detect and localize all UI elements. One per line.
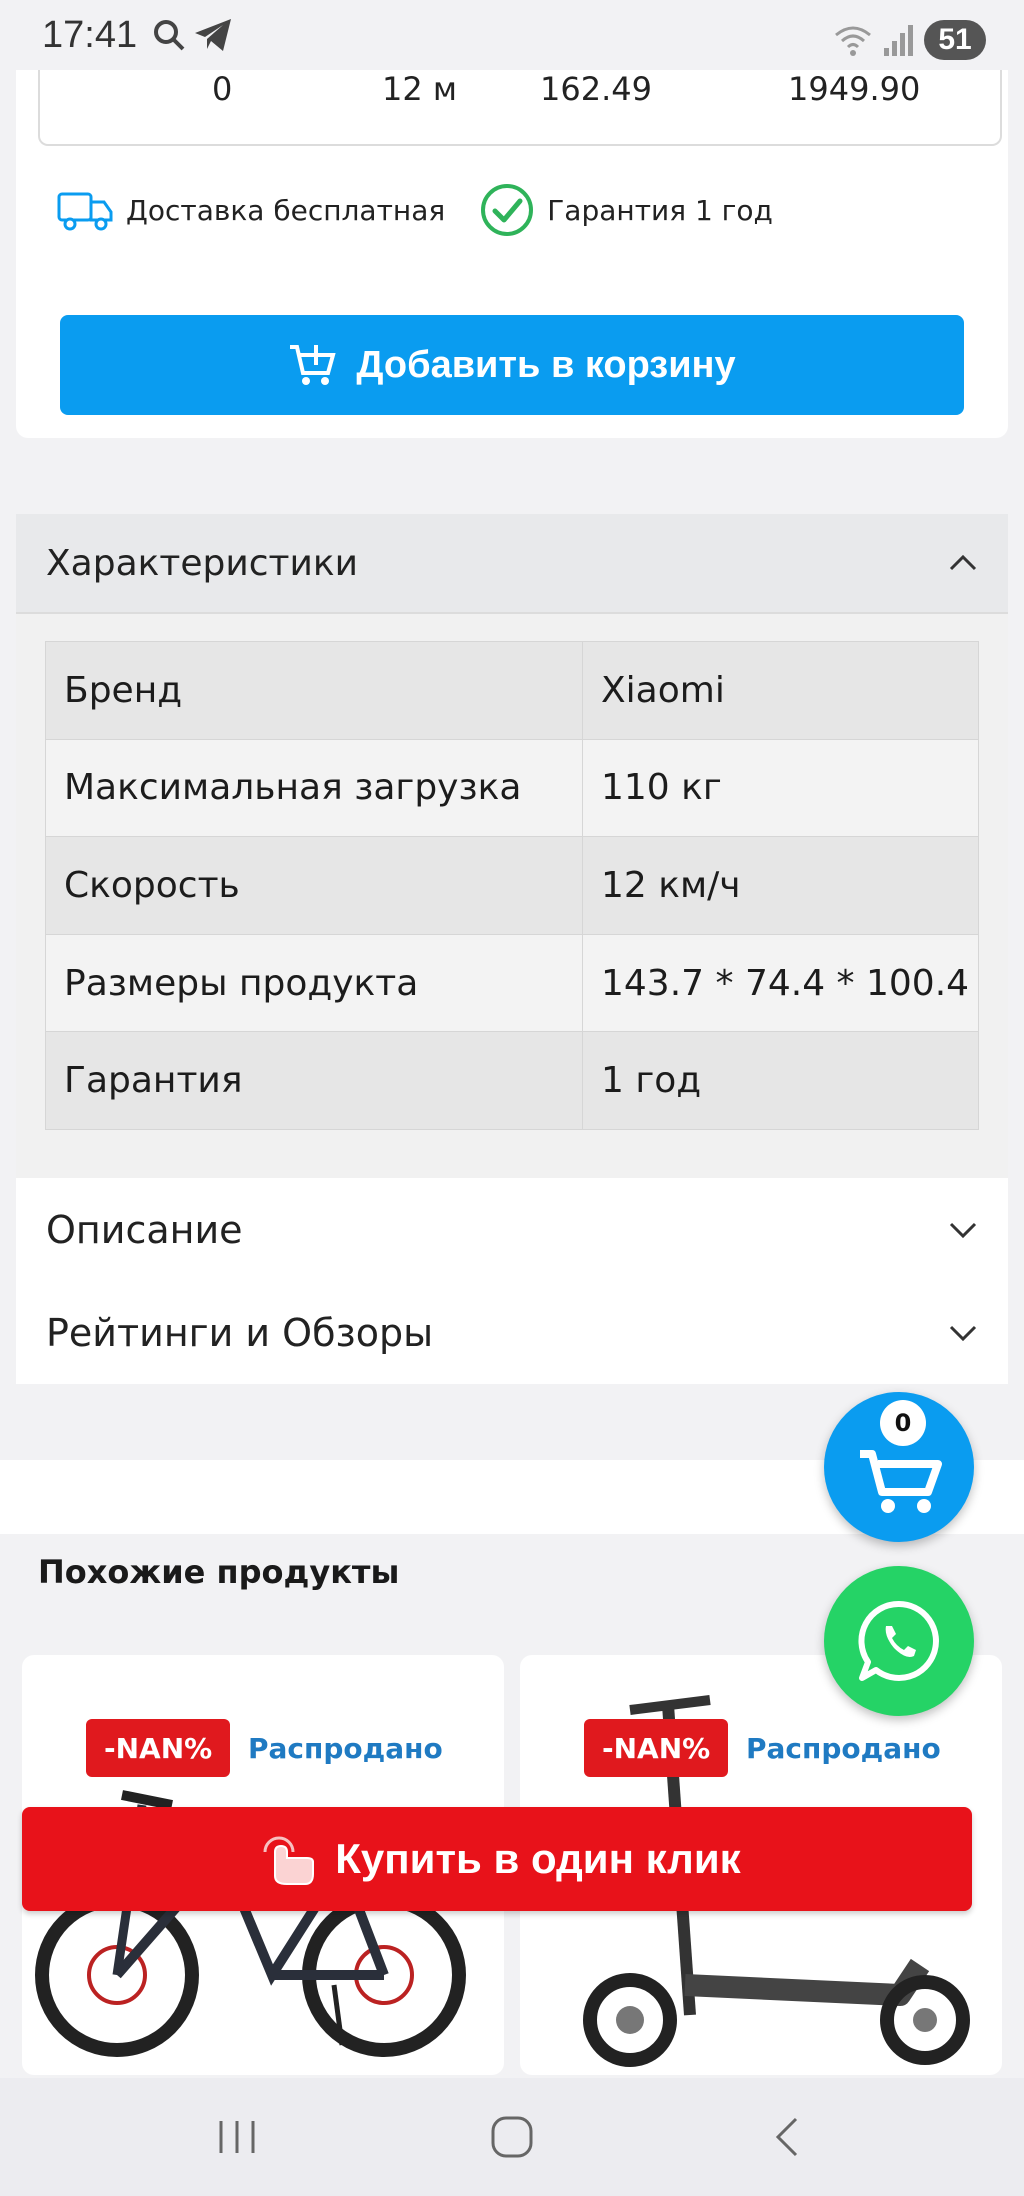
cart-count-badge: 0 [880, 1400, 926, 1446]
back-button[interactable] [727, 2097, 847, 2177]
similar-products-title: Похожие продукты [38, 1553, 400, 1591]
whatsapp-button[interactable] [824, 1566, 974, 1716]
spec-name: Гарантия [45, 1031, 583, 1130]
installment-cell-1: 0 [212, 70, 233, 108]
installment-cell-4: 1949.90 [788, 70, 921, 108]
recent-apps-icon [219, 2121, 255, 2153]
purchase-card: 0 12 м 162.49 1949.90 Доставка бесплатна… [16, 70, 1008, 438]
ratings-label: Рейтинги и Обзоры [46, 1310, 434, 1355]
spec-table: Бренд Xiaomi Максимальная загрузка 110 кг … [45, 641, 979, 1130]
spec-value: 1 год [582, 1031, 979, 1130]
features-row: Доставка бесплатная Гарантия 1 год [56, 182, 807, 238]
back-icon [775, 2117, 797, 2157]
recent-apps-button[interactable] [177, 2097, 297, 2177]
spec-name: Бренд [45, 641, 583, 740]
characteristics-title: Характеристики [46, 542, 359, 584]
description-label: Описание [46, 1207, 243, 1252]
spec-value: 110 кг [582, 738, 979, 838]
whatsapp-icon [858, 1600, 939, 1681]
table-row: Размеры продукта 143.7 * 74.4 * 100.4 [45, 933, 979, 1033]
spec-value: Xiaomi [582, 641, 979, 740]
feature-warranty: Гарантия 1 год [479, 182, 773, 238]
wifi-icon [835, 26, 871, 56]
home-button[interactable] [452, 2097, 572, 2177]
spec-value: 143.7 * 74.4 * 100.4 [582, 933, 979, 1033]
search-icon [154, 20, 185, 51]
spec-name: Размеры продукта [45, 933, 583, 1033]
warranty-label: Гарантия 1 год [547, 193, 773, 227]
feature-delivery: Доставка бесплатная [56, 186, 445, 234]
home-icon [491, 2116, 533, 2158]
spec-value: 12 км/ч [582, 836, 979, 935]
floating-cart-button[interactable]: 0 [824, 1392, 974, 1542]
characteristics-section: Характеристики Бренд Xiaomi Максимальная … [16, 514, 1008, 1178]
signal-icon [884, 25, 913, 56]
installment-cell-3: 162.49 [540, 70, 652, 108]
installment-table-row: 0 12 м 162.49 1949.90 [38, 70, 1002, 146]
add-to-cart-label: Добавить в корзину [356, 343, 736, 386]
system-nav-bar [0, 2078, 1024, 2196]
table-row: Максимальная загрузка 110 кг [45, 738, 979, 838]
chevron-down-icon [949, 1325, 977, 1341]
installment-cell-2: 12 м [382, 70, 458, 108]
table-row: Гарантия 1 год [45, 1031, 979, 1130]
status-bar: 17:41 51 [0, 0, 1024, 70]
table-row: Бренд Xiaomi [45, 641, 979, 740]
truck-icon [57, 192, 113, 231]
spec-name: Максимальная загрузка [45, 738, 583, 838]
soldout-label: Распродано [746, 1731, 941, 1765]
add-to-cart-button[interactable]: Добавить в корзину [60, 315, 964, 415]
hand-tap-icon [263, 1836, 315, 1885]
ratings-accordion[interactable]: Рейтинги и Обзоры [16, 1281, 1008, 1384]
battery-indicator: 51 [924, 20, 986, 60]
chevron-down-icon [949, 1222, 977, 1238]
status-time: 17:41 [42, 13, 138, 56]
telegram-icon [195, 19, 232, 51]
chevron-up-icon [949, 554, 977, 571]
soldout-label: Распродано [248, 1731, 443, 1765]
characteristics-header[interactable]: Характеристики [16, 514, 1008, 614]
delivery-label: Доставка бесплатная [126, 193, 446, 227]
description-accordion[interactable]: Описание [16, 1178, 1008, 1281]
buy-one-click-label: Купить в один клик [335, 1835, 741, 1882]
buy-one-click-button[interactable]: Купить в один клик [22, 1807, 972, 1911]
check-circle-icon [481, 184, 534, 236]
accordion-list: Описание Рейтинги и Обзоры [16, 1178, 1008, 1384]
discount-badge: -NAN% [86, 1719, 231, 1777]
table-row: Скорость 12 км/ч [45, 836, 979, 935]
cart-plus-icon [290, 345, 336, 385]
discount-badge: -NAN% [584, 1719, 729, 1777]
spec-name: Скорость [45, 836, 583, 935]
